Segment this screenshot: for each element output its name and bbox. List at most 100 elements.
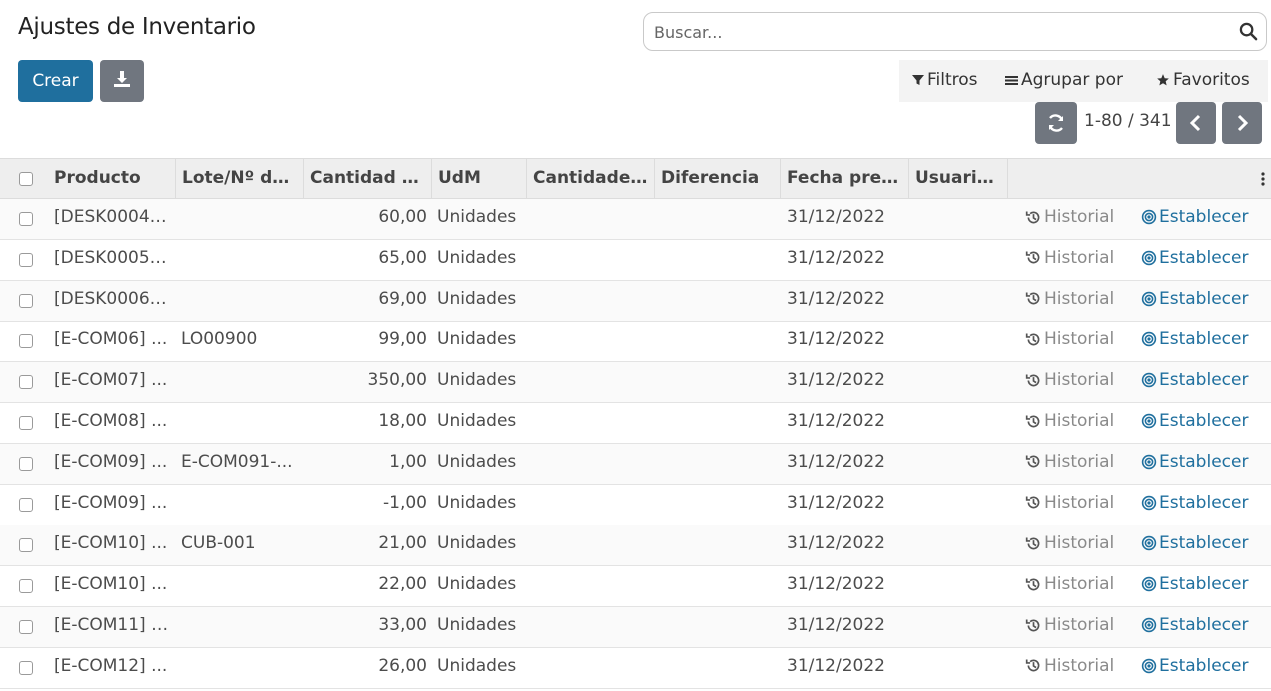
page-title: Ajustes de Inventario bbox=[18, 14, 256, 40]
refresh-button[interactable] bbox=[1035, 102, 1077, 144]
set-button[interactable]: Establecer bbox=[1141, 615, 1248, 635]
table-header: Producto Lote/Nº de ... Cantidad a... Ud… bbox=[0, 158, 1271, 199]
set-button[interactable]: Establecer bbox=[1141, 493, 1248, 513]
next-page-button[interactable] bbox=[1222, 102, 1262, 144]
table-row[interactable]: [E-COM11] A... 33,00 Unidades 31/12/2022 His… bbox=[0, 607, 1271, 648]
history-button[interactable]: Historial bbox=[1025, 574, 1114, 594]
row-checkbox[interactable] bbox=[19, 334, 33, 349]
set-button[interactable]: Establecer bbox=[1141, 248, 1248, 268]
cell-scheduled-date: 31/12/2022 bbox=[787, 207, 885, 227]
set-label: Establecer bbox=[1159, 207, 1249, 227]
history-button[interactable]: Historial bbox=[1025, 289, 1114, 309]
column-header-lot[interactable]: Lote/Nº de ... bbox=[176, 159, 304, 198]
set-label: Establecer bbox=[1159, 574, 1249, 595]
set-button[interactable]: Establecer bbox=[1141, 452, 1248, 472]
row-checkbox[interactable] bbox=[19, 375, 33, 390]
target-icon bbox=[1141, 536, 1157, 551]
history-label: Historial bbox=[1044, 288, 1115, 309]
history-button[interactable]: Historial bbox=[1025, 411, 1114, 431]
download-button[interactable] bbox=[100, 60, 144, 102]
history-button[interactable]: Historial bbox=[1025, 329, 1114, 349]
history-label: Historial bbox=[1044, 411, 1115, 431]
row-checkbox[interactable] bbox=[19, 538, 33, 553]
star-icon bbox=[1157, 74, 1169, 86]
target-icon bbox=[1141, 454, 1157, 469]
row-checkbox[interactable] bbox=[19, 252, 33, 267]
history-button[interactable]: Historial bbox=[1025, 248, 1114, 268]
table-row[interactable]: [E-COM09] ... -1,00 Unidades 31/12/2022 Hist… bbox=[0, 485, 1271, 526]
set-button[interactable]: Establecer bbox=[1141, 207, 1248, 227]
row-checkbox[interactable] bbox=[19, 620, 33, 634]
search-icon[interactable] bbox=[1239, 22, 1258, 45]
history-button[interactable]: Historial bbox=[1025, 615, 1114, 635]
kebab-menu-icon[interactable] bbox=[1261, 171, 1265, 190]
row-checkbox[interactable] bbox=[19, 416, 33, 430]
history-label: Historial bbox=[1044, 533, 1115, 554]
column-header-user[interactable]: Usuario... bbox=[909, 159, 1008, 198]
column-header-quantity[interactable]: Cantidad a... bbox=[304, 159, 432, 198]
cell-product: [E-COM12] ... bbox=[54, 655, 168, 676]
filter-icon bbox=[912, 75, 924, 85]
cell-product: [DESK0005]... bbox=[54, 247, 170, 268]
cell-scheduled-date: 31/12/2022 bbox=[787, 411, 885, 431]
history-icon bbox=[1025, 619, 1040, 631]
set-button[interactable]: Establecer bbox=[1141, 656, 1248, 676]
table-row[interactable]: [E-COM07] ... 350,00 Unidades 31/12/2022 His… bbox=[0, 362, 1271, 404]
cell-uom: Unidades bbox=[437, 411, 517, 431]
table-row[interactable]: [E-COM10] ... CUB-001 21,00 Unidades 31/12/2… bbox=[0, 525, 1271, 567]
set-button[interactable]: Establecer bbox=[1141, 411, 1248, 431]
history-icon bbox=[1025, 578, 1040, 591]
table-row[interactable]: [E-COM10] ... 22,00 Unidades 31/12/2022 Hist… bbox=[0, 566, 1271, 608]
cell-product: [E-COM09] ... bbox=[54, 492, 168, 513]
table-row[interactable]: [E-COM12] ... 26,00 Unidades 31/12/2022 Hist… bbox=[0, 648, 1271, 689]
column-header-uom[interactable]: UdM bbox=[432, 159, 527, 198]
set-button[interactable]: Establecer bbox=[1141, 329, 1248, 349]
filters-button[interactable]: Filtros bbox=[912, 70, 978, 90]
set-button[interactable]: Establecer bbox=[1141, 370, 1248, 390]
table-row[interactable]: [DESK0004]... 60,00 Unidades 31/12/2022 Hist… bbox=[0, 199, 1271, 240]
history-icon bbox=[1025, 455, 1040, 468]
cell-product: [E-COM08] ... bbox=[54, 411, 168, 431]
row-checkbox[interactable] bbox=[19, 212, 33, 226]
cell-quantity: 18,00 bbox=[378, 411, 427, 431]
table-row[interactable]: [E-COM06] ... LO00900 99,00 Unidades 31/12/2… bbox=[0, 321, 1271, 363]
group-by-button[interactable]: Agrupar por bbox=[1005, 70, 1123, 90]
row-checkbox[interactable] bbox=[19, 660, 33, 675]
history-button[interactable]: Historial bbox=[1025, 656, 1114, 676]
cell-uom: Unidades bbox=[437, 451, 517, 472]
set-button[interactable]: Establecer bbox=[1141, 533, 1248, 553]
row-checkbox[interactable] bbox=[19, 497, 33, 512]
history-button[interactable]: Historial bbox=[1025, 533, 1114, 553]
set-button[interactable]: Establecer bbox=[1141, 574, 1248, 594]
set-button[interactable]: Establecer bbox=[1141, 289, 1248, 309]
cell-uom: Unidades bbox=[437, 655, 517, 676]
cell-uom: Unidades bbox=[437, 615, 517, 635]
favorites-button[interactable]: Favoritos bbox=[1156, 70, 1250, 90]
cell-quantity: 99,00 bbox=[378, 329, 427, 350]
history-button[interactable]: Historial bbox=[1025, 493, 1114, 513]
row-checkbox[interactable] bbox=[19, 456, 33, 471]
history-button[interactable]: Historial bbox=[1025, 370, 1114, 390]
cell-scheduled-date: 31/12/2022 bbox=[787, 615, 885, 635]
table-row[interactable]: [DESK0005]... 65,00 Unidades 31/12/2022 Hist… bbox=[0, 240, 1271, 281]
column-header-scheduled-date[interactable]: Fecha prev... bbox=[781, 159, 909, 198]
pager-value[interactable]: 1-80 / 341 bbox=[1084, 111, 1172, 131]
set-label: Establecer bbox=[1159, 329, 1249, 350]
history-button[interactable]: Historial bbox=[1025, 452, 1114, 472]
cell-quantity: 69,00 bbox=[378, 288, 427, 309]
table-row[interactable]: [E-COM09] ... E-COM091-... 1,00 Unidades 31/… bbox=[0, 443, 1271, 485]
search-input[interactable] bbox=[652, 22, 1226, 43]
previous-page-button[interactable] bbox=[1176, 102, 1216, 144]
table-row[interactable]: [E-COM08] ... 18,00 Unidades 31/12/2022 Hist… bbox=[0, 403, 1271, 444]
row-checkbox[interactable] bbox=[19, 579, 33, 594]
select-all-checkbox[interactable] bbox=[19, 172, 33, 186]
column-header-product[interactable]: Producto bbox=[48, 159, 176, 198]
table-row[interactable]: [DESK0006]... 69,00 Unidades 31/12/2022 Hist… bbox=[0, 280, 1271, 322]
target-icon bbox=[1141, 332, 1157, 347]
row-checkbox[interactable] bbox=[19, 293, 33, 308]
column-header-counted-quantity[interactable]: Cantidade ... bbox=[527, 159, 655, 198]
history-button[interactable]: Historial bbox=[1025, 207, 1114, 227]
create-button[interactable]: Crear bbox=[18, 60, 93, 102]
column-header-difference[interactable]: Diferencia bbox=[655, 159, 781, 198]
search-box[interactable] bbox=[643, 12, 1267, 51]
